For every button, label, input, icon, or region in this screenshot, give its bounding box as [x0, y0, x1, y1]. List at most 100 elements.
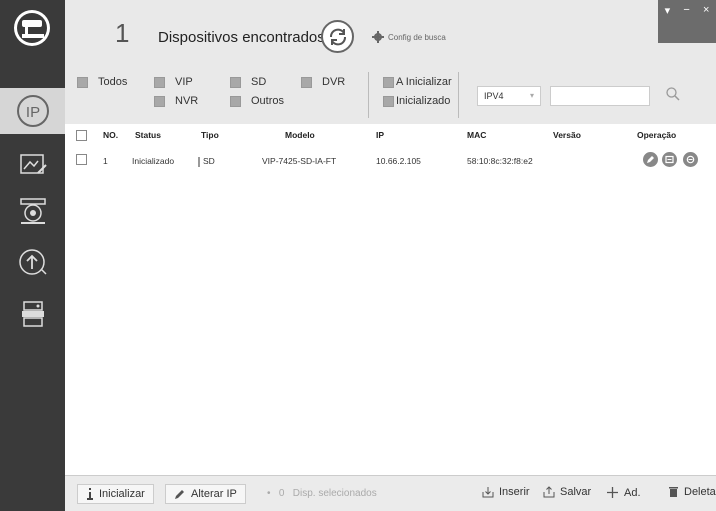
import-icon — [482, 487, 494, 498]
filter-bar: Todos VIP SD DVR NVR Outros A Inicializa… — [65, 68, 716, 124]
sidebar-item-device-manager[interactable] — [0, 290, 65, 336]
filter-vip[interactable]: VIP — [154, 76, 193, 88]
edit-device-button[interactable] — [643, 152, 658, 167]
save-label: Salvar — [560, 486, 592, 498]
web-access-button[interactable] — [662, 152, 677, 167]
sidebar-item-upgrade[interactable] — [0, 239, 65, 285]
filter-todos[interactable]: Todos — [77, 76, 127, 88]
add-device-button[interactable]: Ad. — [606, 486, 641, 499]
pencil-icon — [175, 490, 184, 499]
filter-inicializado[interactable]: Inicializado — [383, 95, 450, 107]
filter-outros[interactable]: Outros — [230, 95, 284, 107]
device-info-button[interactable] — [683, 152, 698, 167]
type-indicator — [198, 156, 200, 167]
checkbox-icon — [230, 95, 241, 107]
search-icon[interactable] — [665, 86, 681, 102]
menu-dropdown-icon[interactable]: ▾ — [665, 4, 671, 17]
filter-nvr[interactable]: NVR — [154, 95, 198, 107]
row-checkbox[interactable] — [76, 154, 87, 165]
ip-version-select[interactable]: IPV4 ▾ — [477, 86, 541, 106]
cell-tipo-label: SD — [203, 156, 215, 166]
checkbox-icon — [230, 76, 241, 88]
export-icon — [543, 486, 555, 498]
import-label: Inserir — [499, 486, 530, 498]
sidebar-item-live-view[interactable] — [0, 141, 65, 187]
web-icon — [665, 155, 674, 164]
filter-outros-label: Outros — [251, 95, 285, 107]
device-list-icon — [21, 301, 44, 327]
bullet-icon: • — [267, 488, 271, 499]
sidebar-item-device-config[interactable] — [0, 188, 65, 234]
info-icon — [686, 155, 695, 164]
sidebar: IP — [0, 0, 65, 511]
column-header-mac: MAC — [467, 130, 487, 140]
ip-version-value: IPV4 — [484, 91, 504, 101]
initialize-label: Inicializar — [99, 488, 145, 500]
initialize-icon — [87, 488, 93, 500]
cell-modelo: VIP-7425-SD-IA-FT — [262, 156, 337, 166]
filter-dvr[interactable]: DVR — [301, 76, 345, 88]
refresh-search-button[interactable] — [321, 20, 354, 53]
app-logo-icon — [14, 10, 50, 46]
image-edit-icon — [19, 154, 47, 174]
search-config-button[interactable]: Config de busca — [372, 31, 446, 43]
ip-icon: IP — [16, 95, 49, 127]
filter-sd-label: SD — [251, 76, 267, 88]
checkbox-icon — [301, 76, 312, 88]
add-label: Ad. — [624, 486, 641, 499]
cell-no: 1 — [103, 156, 108, 166]
cell-tipo: SD — [198, 156, 215, 167]
header-bar: 1 Dispositivos encontrados Config de bus… — [65, 0, 716, 68]
delete-button[interactable]: Deletar — [668, 486, 716, 498]
search-input[interactable] — [550, 86, 650, 106]
initialize-button[interactable]: Inicializar — [77, 484, 154, 504]
import-button[interactable]: Inserir — [482, 486, 530, 498]
filter-vip-label: VIP — [175, 76, 193, 88]
refresh-icon — [329, 28, 346, 45]
select-all-checkbox[interactable] — [76, 130, 87, 141]
filter-nvr-label: NVR — [175, 95, 199, 107]
upgrade-icon — [18, 249, 47, 275]
pencil-icon — [647, 156, 654, 163]
device-count: 1 — [115, 18, 130, 48]
checkbox-icon — [154, 76, 165, 88]
camera-gear-icon — [19, 198, 46, 224]
filter-inicializado-label: Inicializado — [396, 95, 451, 107]
selected-count: 0 — [278, 488, 285, 499]
checkbox-icon — [383, 76, 394, 88]
save-button[interactable]: Salvar — [543, 486, 591, 498]
table-header: NO. Status Tipo Modelo IP MAC Versão Ope… — [65, 124, 716, 146]
selected-label: Disp. selecionados — [292, 488, 377, 499]
window-controls: ▾ − × — [658, 0, 716, 43]
footer-bar: Inicializar Alterar IP • 0 Disp. selecio… — [65, 475, 716, 511]
checkbox-icon — [154, 95, 165, 107]
column-header-versao: Versão — [553, 130, 581, 140]
filter-a-inicializar-label: A Inicializar — [396, 76, 452, 88]
filter-dvr-label: DVR — [322, 76, 346, 88]
svg-text:IP: IP — [25, 104, 39, 121]
config-label: Config de busca — [388, 32, 446, 42]
checkbox-icon — [77, 76, 88, 88]
cell-mac: 58:10:8c:32:f8:e2 — [467, 156, 533, 166]
delete-label: Deletar — [684, 486, 716, 498]
trash-icon — [669, 487, 678, 497]
close-icon[interactable]: × — [703, 4, 709, 16]
filter-sd[interactable]: SD — [230, 76, 266, 88]
table-row[interactable]: 1 Inicializado SD VIP-7425-SD-IA-FT 10.6… — [65, 150, 716, 170]
change-ip-button[interactable]: Alterar IP — [165, 484, 246, 504]
cell-ip: 10.66.2.105 — [376, 156, 421, 166]
checkbox-icon — [383, 95, 394, 107]
column-header-tipo: Tipo — [201, 130, 219, 140]
column-header-modelo: Modelo — [285, 130, 315, 140]
page-title: Dispositivos encontrados — [158, 29, 325, 46]
minimize-icon[interactable]: − — [683, 4, 689, 16]
plus-icon — [607, 487, 618, 498]
change-ip-label: Alterar IP — [191, 488, 237, 500]
column-header-ip: IP — [376, 130, 385, 140]
column-header-status: Status — [135, 130, 161, 140]
divider — [458, 72, 459, 118]
sidebar-item-ip-search[interactable]: IP — [0, 88, 65, 134]
cell-status: Inicializado — [132, 156, 175, 166]
filter-a-inicializar[interactable]: A Inicializar — [383, 76, 452, 88]
gear-icon — [372, 31, 384, 43]
